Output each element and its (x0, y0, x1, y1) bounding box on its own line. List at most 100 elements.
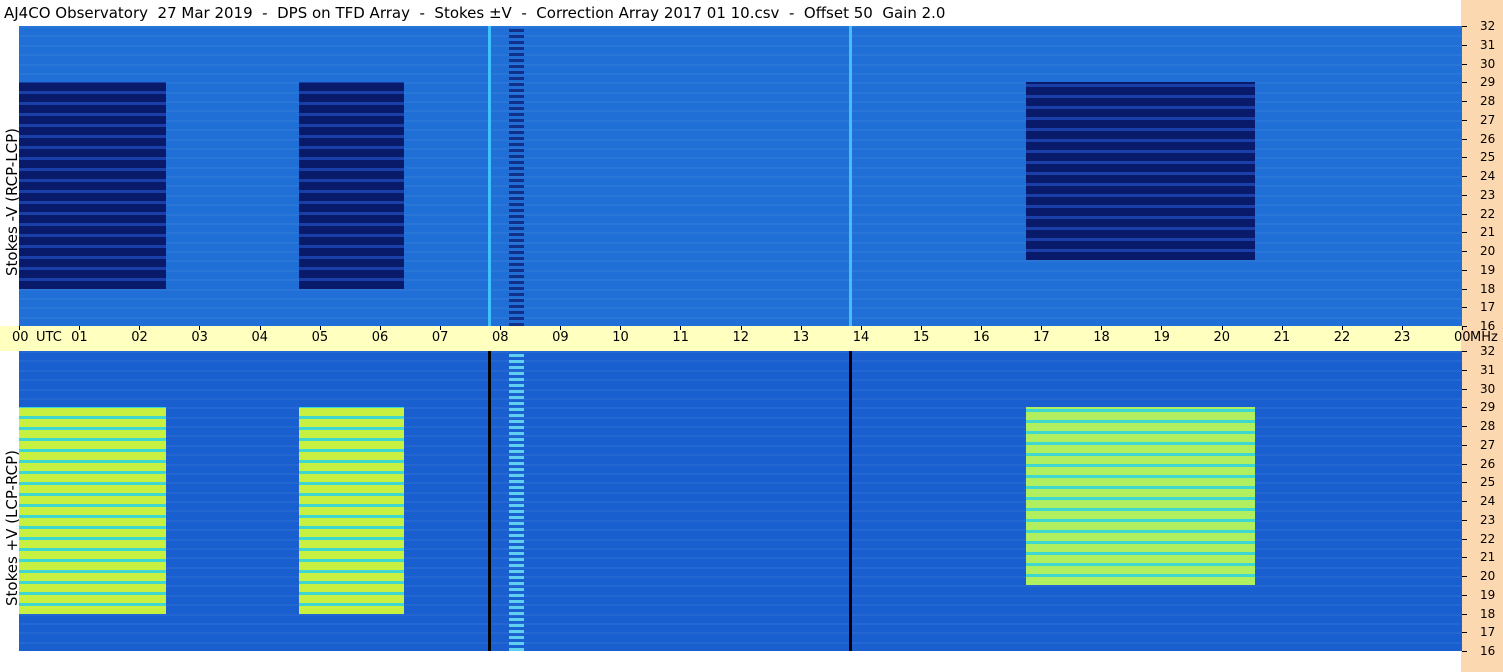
spectral-stripe (19, 54, 1462, 57)
utc-tick-label: 04 (251, 330, 269, 345)
mhz-tick-mark (1462, 632, 1467, 634)
mhz-tick-label: 27 (1480, 112, 1496, 127)
mhz-tick-mark (1462, 138, 1467, 140)
mhz-tick-label: 25 (1480, 475, 1496, 490)
utc-tick-label: 23 (1393, 330, 1411, 345)
utc-tick-mark (500, 326, 501, 330)
utc-tick-label: 00 (12, 330, 29, 345)
utc-tick-label: 19 (1153, 330, 1170, 345)
mhz-tick-label: 19 (1480, 587, 1496, 602)
utc-time-axis: 00 01 02 03 04 05 06 07 08 09 10 11 12 13 14 15 16 17 18 19… (0, 326, 1498, 351)
utc-tick-label: 18 (1093, 330, 1110, 345)
spectral-stripe (19, 594, 1462, 597)
utc-tick-label: 07 (431, 330, 449, 345)
utc-unit-label: UTC (36, 330, 62, 345)
mhz-tick-mark (1462, 369, 1467, 371)
polarized-region-mark (19, 407, 167, 614)
utc-tick-label: 21 (1273, 330, 1291, 345)
utc-tick-mark (1041, 326, 1043, 330)
utc-tick-mark (800, 326, 802, 330)
mhz-tick-mark (1462, 269, 1467, 271)
mhz-tick-label: 17 (1480, 300, 1496, 315)
utc-tick-label: 16 (973, 330, 990, 345)
mhz-tick-mark (1462, 157, 1467, 159)
mhz-tick-mark (1462, 307, 1467, 309)
utc-tick-mark (1161, 326, 1163, 330)
mhz-tick-label: 21 (1480, 225, 1496, 240)
utc-tick-mark (379, 326, 381, 330)
utc-tick-mark (139, 326, 141, 330)
mhz-tick-label: 24 (1480, 494, 1496, 508)
mhz-tick-label: 28 (1480, 419, 1496, 433)
utc-tick-label: 09 (552, 330, 569, 345)
utc-tick-label: 08 (492, 330, 509, 345)
mhz-tick-label: 23 (1480, 512, 1496, 527)
interference-band-mark (509, 26, 525, 326)
mhz-tick-label: 20 (1480, 569, 1496, 583)
utc-tick-label: 14 (852, 330, 870, 345)
stokes-plus-v-panel (19, 351, 1462, 651)
spectral-stripe (19, 585, 1462, 588)
mhz-tick-label: 32 (1480, 344, 1496, 358)
utc-tick-mark (740, 326, 742, 330)
utc-tick-label: 10 (612, 330, 629, 345)
mhz-tick-label: 30 (1480, 381, 1496, 396)
mhz-tick-label: 18 (1480, 281, 1496, 296)
utc-tick-mark (319, 326, 321, 330)
utc-tick-mark (19, 326, 20, 330)
mhz-tick-label: 20 (1480, 244, 1496, 258)
utc-tick-mark (79, 326, 81, 330)
utc-tick-label: 00 (1454, 330, 1471, 345)
mhz-tick-label: 16 (1480, 644, 1496, 658)
utc-tick-label: 02 (131, 330, 148, 345)
spectral-stripe (19, 379, 1462, 382)
mhz-tick-mark (1462, 351, 1467, 352)
mhz-tick-mark (1462, 407, 1467, 409)
interference-band-mark (509, 351, 525, 651)
polarized-region-mark (298, 82, 404, 289)
spectral-stripe (19, 44, 1462, 47)
mhz-tick-mark (1462, 538, 1467, 540)
utc-tick-mark (1401, 326, 1403, 330)
mhz-tick-mark (1462, 388, 1467, 390)
mhz-tick-label: 29 (1480, 75, 1496, 90)
mhz-tick-mark (1462, 82, 1467, 84)
mhz-tick-mark (1462, 101, 1467, 102)
spectral-stripe (19, 72, 1462, 75)
utc-tick-mark (680, 326, 682, 330)
mhz-tick-mark (1462, 463, 1467, 465)
mhz-tick-label: 16 (1480, 319, 1496, 333)
mhz-tick-label: 32 (1480, 19, 1496, 33)
polarized-region-mark (19, 82, 167, 289)
spectral-stripe (19, 316, 1462, 319)
mhz-tick-label: 26 (1480, 131, 1496, 146)
mhz-tick-mark (1462, 519, 1467, 521)
ylabel-bottom: Stokes +V (LCP-RCP) (3, 450, 21, 606)
utc-tick-label: 13 (792, 330, 810, 345)
spectral-stripe (19, 369, 1462, 372)
polarized-region-mark (1026, 82, 1255, 261)
mhz-tick-mark (1462, 194, 1467, 196)
mhz-tick-mark (1462, 251, 1467, 252)
utc-tick-mark (199, 326, 201, 330)
spectral-stripe (19, 307, 1462, 310)
spectral-stripe (19, 641, 1462, 644)
spectral-stripe (19, 288, 1462, 291)
utc-tick-label: 06 (371, 330, 389, 345)
mhz-tick-mark (1462, 213, 1467, 215)
mhz-tick-mark (1462, 594, 1467, 596)
mhz-tick-label: 22 (1480, 531, 1496, 546)
mhz-tick-label: 18 (1480, 606, 1496, 621)
stokes-minus-v-panel (19, 26, 1462, 326)
spectral-stripe (19, 269, 1462, 272)
mhz-tick-label: 17 (1480, 625, 1496, 640)
mhz-tick-label: 28 (1480, 94, 1496, 108)
utc-tick-label: 05 (311, 330, 329, 345)
mhz-tick-mark (1462, 26, 1467, 27)
utc-tick-mark (560, 326, 562, 330)
spectral-stripe (19, 297, 1462, 300)
mhz-tick-mark (1462, 44, 1467, 46)
spectral-stripe (19, 63, 1462, 66)
spectral-stripe (19, 351, 1462, 353)
mhz-tick-label: 22 (1480, 206, 1496, 221)
